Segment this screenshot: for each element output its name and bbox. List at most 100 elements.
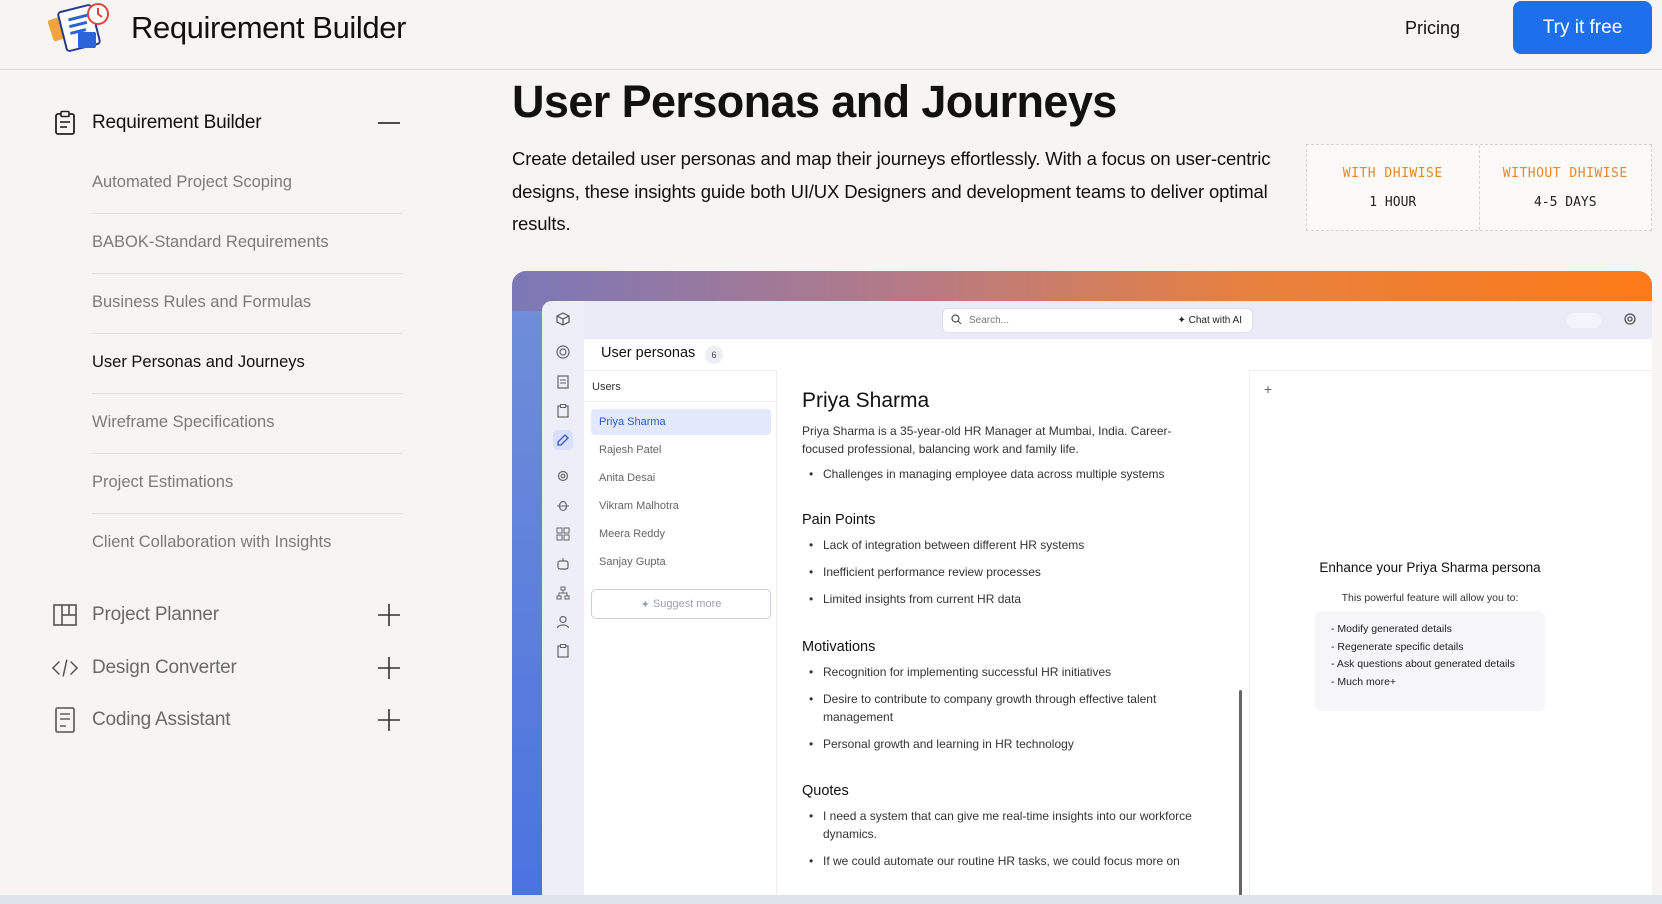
sidebar-section-requirement-builder[interactable]: Requirement Builder [52,105,402,141]
sidebar-item-label: Wireframe Specifications [92,413,275,431]
search-placeholder: Search... [969,315,1010,326]
user-list-item[interactable]: Vikram Malhotra [591,493,771,519]
sidebar-section-label: Requirement Builder [92,112,262,133]
expand-plus-icon[interactable] [376,650,402,686]
chat-with-ai-label: Chat with AI [1188,315,1242,326]
divider [584,401,777,402]
page-title: User Personas and Journeys [512,76,1117,127]
personas-count-badge: 6 [705,346,723,364]
sparkle-icon: ✦ [1177,315,1189,326]
user-list-item[interactable]: Sanjay Gupta [591,549,771,575]
document-icon[interactable] [553,372,573,392]
app-search-bar[interactable]: Search... ✦ Chat with AI [942,308,1253,333]
brand-logo-icon[interactable] [47,2,120,54]
sidebar: Requirement Builder Automated Project Sc… [0,71,430,904]
list-item: Personal growth and learning in HR techn… [809,735,1228,753]
collapse-icon[interactable] [376,105,402,141]
motivations-heading: Motivations [802,639,876,655]
user-list-item[interactable]: Anita Desai [591,465,771,491]
sidebar-item-label: Automated Project Scoping [92,173,292,191]
enhance-subtitle: This powerful feature will allow you to: [1341,592,1519,604]
target-icon[interactable] [553,342,573,362]
sidebar-section-label: Project Planner [92,604,219,625]
brand-name[interactable]: Requirement Builder [131,10,406,46]
nav-pricing-link[interactable]: Pricing [1405,18,1460,39]
sidebar-item-label: Project Estimations [92,473,234,491]
add-icon[interactable]: + [1264,381,1272,397]
document-icon [52,706,78,734]
list-item: I need a system that can give me real-ti… [809,807,1223,843]
sidebar-section-design-converter[interactable]: Design Converter [52,650,402,686]
sidebar-item-project-estimations[interactable]: Project Estimations [92,454,402,514]
command-icon[interactable] [553,524,573,544]
list-item: Desire to contribute to company growth t… [809,690,1203,726]
layout-grid-icon [52,601,78,629]
settings-icon[interactable] [553,466,573,486]
suggest-more-label: Suggest more [652,598,722,610]
stat-with-dhiwise: WITH DHIWISE 1 HOUR [1307,145,1479,230]
user-list-item[interactable]: Priya Sharma [591,409,771,435]
sitemap-icon[interactable] [553,583,573,603]
sidebar-item-automated-project-scoping[interactable]: Automated Project Scoping [92,154,402,214]
user-list-panel: Users Priya Sharma Rajesh Patel Anita De… [584,370,777,904]
quotes-heading: Quotes [802,783,849,799]
feature-item: - Much more+ [1331,676,1397,688]
app-topbar: Search... ✦ Chat with AI [542,301,1652,339]
sidebar-item-label: BABOK-Standard Requirements [92,233,329,251]
bottom-strip [0,895,1662,904]
clipboard-icon [52,109,78,137]
user-list-item[interactable]: Rajesh Patel [591,437,771,463]
user-icon[interactable] [553,612,573,632]
page-description: Create detailed user personas and map th… [512,148,1271,234]
feature-item: - Modify generated details [1331,623,1452,635]
theme-toggle[interactable] [1567,313,1601,328]
list-item: Inefficient performance review processes [809,563,1228,581]
persona-pen-icon[interactable] [553,430,573,450]
sidebar-section-label: Coding Assistant [92,709,231,730]
sidebar-item-business-rules-and-formulas[interactable]: Business Rules and Formulas [92,274,402,334]
try-it-free-button[interactable]: Try it free [1513,1,1652,54]
sidebar-item-wireframe-specifications[interactable]: Wireframe Specifications [92,394,402,454]
sidebar-item-label: Business Rules and Formulas [92,293,312,311]
list-item: Recognition for implementing successful … [809,663,1228,681]
sidebar-section-project-planner[interactable]: Project Planner [52,597,402,633]
preview-app-window: Search... ✦ Chat with AI User personas 6 [542,301,1652,904]
sidebar-item-client-collaboration-with-insights[interactable]: Client Collaboration with Insights [92,514,402,574]
gear-icon[interactable] [1622,311,1638,332]
users-label: Users [592,381,621,393]
sidebar-section-label: Design Converter [92,657,237,678]
persona-detail-panel: Priya Sharma Priya Sharma is a 35-year-o… [778,370,1248,904]
chat-with-ai-button[interactable]: ✦ Chat with AI [1177,315,1242,326]
suggest-more-button[interactable]: ✦ Suggest more [591,589,771,619]
stat-label: WITH DHIWISE [1342,165,1443,181]
persona-bio: Priya Sharma is a 35-year-old HR Manager… [802,424,1172,456]
app-icon-rail [542,301,584,904]
feature-item: - Regenerate specific details [1331,641,1464,653]
stat-label: WITHOUT DHIWISE [1502,165,1628,181]
expand-plus-icon[interactable] [376,597,402,633]
sidebar-item-babok-standard-requirements[interactable]: BABOK-Standard Requirements [92,214,402,274]
stat-value: 4-5 DAYS [1533,194,1597,210]
user-list-item[interactable]: Meera Reddy [591,521,771,547]
search-icon [951,314,962,328]
clipboard-list-icon[interactable] [553,641,573,661]
code-icon [52,654,78,682]
scrollbar[interactable] [1239,690,1242,904]
robot-icon[interactable] [553,554,573,574]
pain-points-heading: Pain Points [802,512,876,528]
clipboard-icon[interactable] [553,401,573,421]
list-item: Lack of integration between different HR… [809,536,1228,554]
sidebar-section-coding-assistant[interactable]: Coding Assistant [52,702,402,738]
expand-plus-icon[interactable] [376,702,402,738]
list-item: Challenges in managing employee data acr… [809,465,1228,483]
time-comparison-card: WITH DHIWISE 1 HOUR WITHOUT DHIWISE 4-5 … [1306,144,1652,231]
stat-without-dhiwise: WITHOUT DHIWISE 4-5 DAYS [1478,145,1652,230]
enhance-panel: + Enhance your Priya Sharma persona This… [1249,370,1652,904]
feature-item: - Ask questions about generated details [1331,658,1515,670]
sidebar-item-user-personas-and-journeys[interactable]: User Personas and Journeys [92,334,402,394]
product-preview: Search... ✦ Chat with AI User personas 6 [512,271,1652,904]
stat-value: 1 HOUR [1369,194,1417,210]
enhance-title: Enhance your Priya Sharma persona [1319,560,1541,575]
cube-icon[interactable] [553,309,573,329]
bug-icon[interactable] [553,495,573,515]
